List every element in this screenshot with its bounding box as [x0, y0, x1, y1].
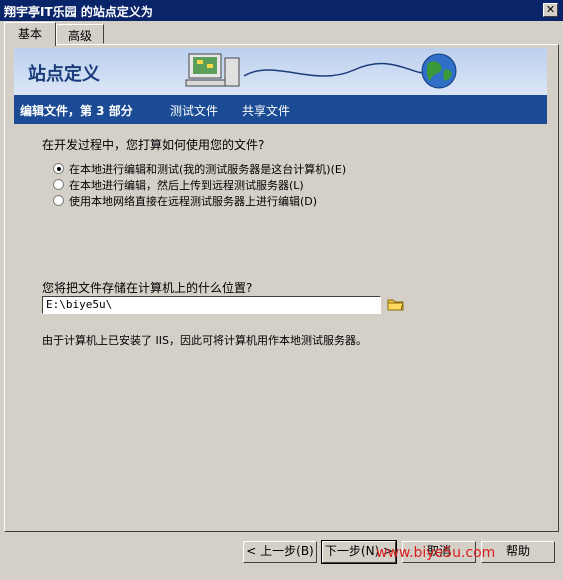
banner-title: 站点定义 — [28, 64, 100, 85]
radio-edit-test-local[interactable]: 在本地进行编辑和测试(我的测试服务器是这台计算机)(E) — [53, 161, 346, 176]
folder-icon[interactable] — [387, 297, 405, 311]
wizard-banner: 站点定义 — [14, 48, 547, 95]
step-share-files: 共享文件 — [242, 104, 291, 118]
question-location: 您将把文件存储在计算机上的什么位置? — [42, 281, 253, 295]
tab-basic[interactable]: 基本 — [4, 22, 56, 46]
close-button[interactable]: ✕ — [543, 3, 558, 17]
step-current: 编辑文件，第 3 部分 — [20, 104, 133, 118]
radio-button[interactable] — [53, 179, 64, 190]
radio-label: 在本地进行编辑和测试(我的测试服务器是这台计算机)(E) — [69, 162, 347, 176]
radio-button[interactable] — [53, 163, 64, 174]
tab-advanced[interactable]: 高级 — [56, 24, 104, 44]
globe-icon — [421, 53, 457, 89]
wizard-steps-bar: 编辑文件，第 3 部分 测试文件 共享文件 — [14, 95, 547, 124]
iis-note: 由于计算机上已安装了 IIS，因此可将计算机用作本地测试服务器。 — [42, 334, 367, 347]
radio-button[interactable] — [53, 195, 64, 206]
question-usage: 在开发过程中，您打算如何使用您的文件? — [42, 138, 265, 152]
local-path-input[interactable]: E:\biye5u\ — [42, 296, 381, 314]
radio-edit-remote[interactable]: 使用本地网络直接在远程测试服务器上进行编辑(D) — [53, 193, 317, 208]
title-bar: 翔宇亭IT乐园 的站点定义为 ✕ — [0, 0, 563, 21]
watermark-text: www.biye5u.com — [376, 545, 496, 561]
computer-icon — [185, 53, 240, 87]
close-icon: ✕ — [545, 3, 556, 16]
radio-label: 使用本地网络直接在远程测试服务器上进行编辑(D) — [69, 194, 318, 208]
radio-edit-local-upload[interactable]: 在本地进行编辑，然后上传到远程测试服务器(L) — [53, 177, 304, 192]
tab-advanced-label: 高级 — [67, 29, 92, 43]
back-button[interactable]: < 上一步(B) — [243, 541, 317, 563]
radio-label: 在本地进行编辑，然后上传到远程测试服务器(L) — [69, 178, 304, 192]
step-test-files: 测试文件 — [170, 104, 219, 118]
tab-basic-label: 基本 — [17, 27, 42, 41]
window-title: 翔宇亭IT乐园 的站点定义为 — [4, 5, 153, 19]
